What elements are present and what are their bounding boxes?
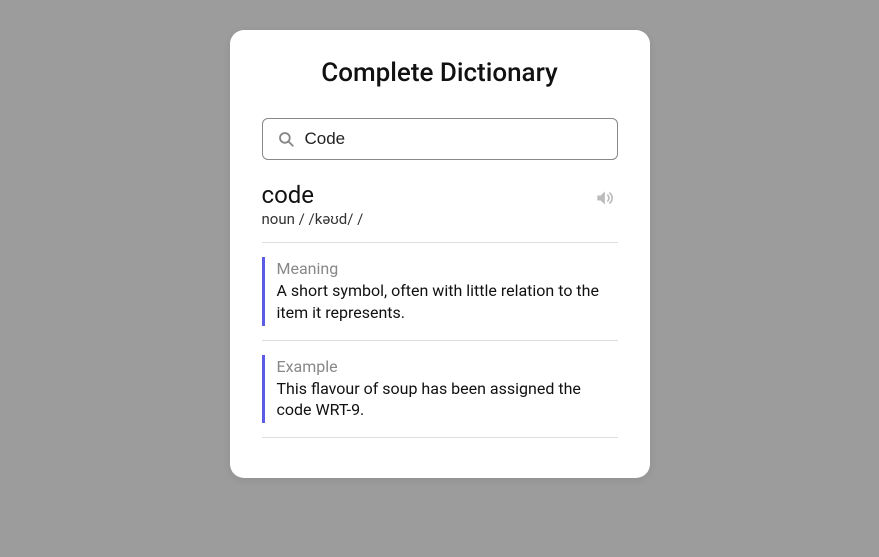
divider <box>262 242 618 243</box>
meaning-text: A short symbol, often with little relati… <box>277 280 618 323</box>
pronunciation: /kəʊd/ <box>309 210 354 228</box>
part-of-speech: noun <box>262 210 295 228</box>
word-block: code noun / /kəʊd/ / <box>262 182 364 228</box>
dictionary-card: Complete Dictionary code noun / /kəʊ <box>230 30 650 478</box>
speaker-icon <box>594 196 614 211</box>
divider <box>262 340 618 341</box>
meaning-section: Meaning A short symbol, often with littl… <box>262 257 618 325</box>
divider <box>262 437 618 438</box>
word-header: code noun / /kəʊd/ / <box>262 182 618 228</box>
search-icon <box>277 130 295 148</box>
word: code <box>262 182 364 208</box>
word-meta: noun / /kəʊd/ / <box>262 210 364 228</box>
example-text: This flavour of soup has been assigned t… <box>277 378 618 421</box>
example-label: Example <box>277 357 618 376</box>
example-section: Example This flavour of soup has been as… <box>262 355 618 423</box>
pronounce-button[interactable] <box>590 184 618 215</box>
clear-button[interactable] <box>585 130 603 148</box>
search-box <box>262 118 618 160</box>
search-input[interactable] <box>305 129 575 149</box>
meaning-label: Meaning <box>277 259 618 278</box>
page-title: Complete Dictionary <box>262 58 618 88</box>
